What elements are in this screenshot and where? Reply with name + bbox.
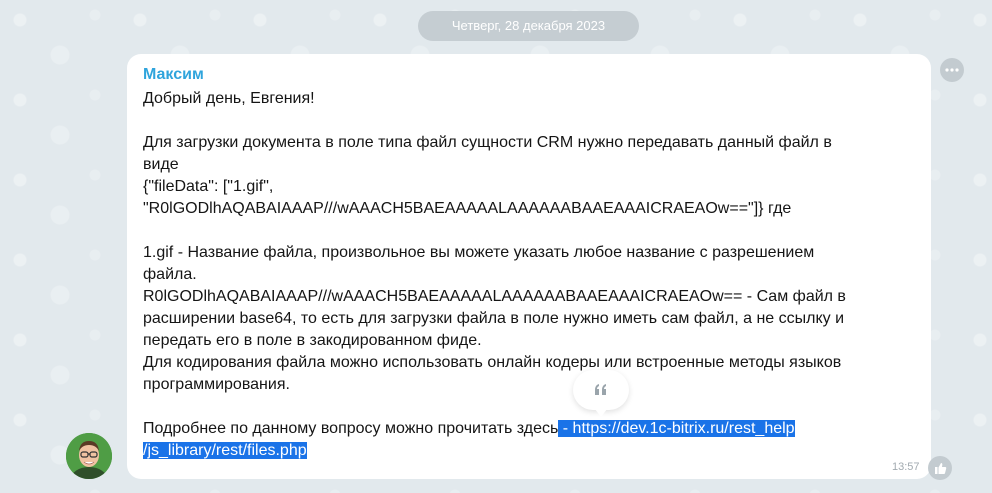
quote-button[interactable]	[573, 370, 629, 417]
date-divider: Четверг, 28 декабря 2023	[418, 11, 639, 41]
docs-link-continued[interactable]: /js_library/rest/files.php	[143, 442, 307, 459]
message-author[interactable]: Максим	[143, 65, 915, 85]
message-line-text: Подробнее по данному вопросу можно прочи…	[143, 420, 559, 437]
message-text: Добрый день, Евгения! Для загрузки докум…	[143, 88, 863, 462]
message-line: {"fileData": ["1.gif",	[143, 178, 274, 195]
message-line: Добрый день, Евгения!	[143, 90, 315, 107]
message-line: расширении base64, то есть для загрузки …	[143, 310, 845, 327]
like-button[interactable]	[928, 456, 952, 480]
message-line: /js_library/rest/files.php	[143, 440, 863, 462]
avatar-image	[66, 433, 112, 479]
message-line: Подробнее по данному вопросу можно прочи…	[143, 418, 863, 440]
docs-link[interactable]: - https://dev.1c-bitrix.ru/rest_help	[558, 420, 795, 437]
message-line: виде	[143, 156, 179, 173]
message-line: "R0lGODlhAQABAIAAAP///wAAACH5BAEAAAAALAA…	[143, 200, 792, 217]
message-time: 13:57	[892, 461, 920, 473]
user-avatar[interactable]	[66, 433, 112, 479]
message-line: 1.gif - Название файла, произвольное вы …	[143, 244, 815, 261]
message-more-button[interactable]	[940, 58, 964, 82]
message-line: передать его в поле в закодированном фид…	[143, 332, 482, 349]
message-line: Для загрузки документа в поле типа файл …	[143, 134, 832, 151]
message-line: файла.	[143, 266, 197, 283]
message-bubble[interactable]: Максим Добрый день, Евгения! Для загрузк…	[127, 54, 931, 479]
more-dots-icon	[945, 68, 959, 72]
thumbs-up-icon	[934, 462, 946, 474]
message-line: программирования.	[143, 376, 290, 393]
message-line: Для кодирования файла можно использовать…	[143, 354, 842, 371]
message-line: R0lGODlhAQABAIAAAP///wAAACH5BAEAAAAALAAA…	[143, 288, 846, 305]
quote-icon	[595, 384, 606, 395]
